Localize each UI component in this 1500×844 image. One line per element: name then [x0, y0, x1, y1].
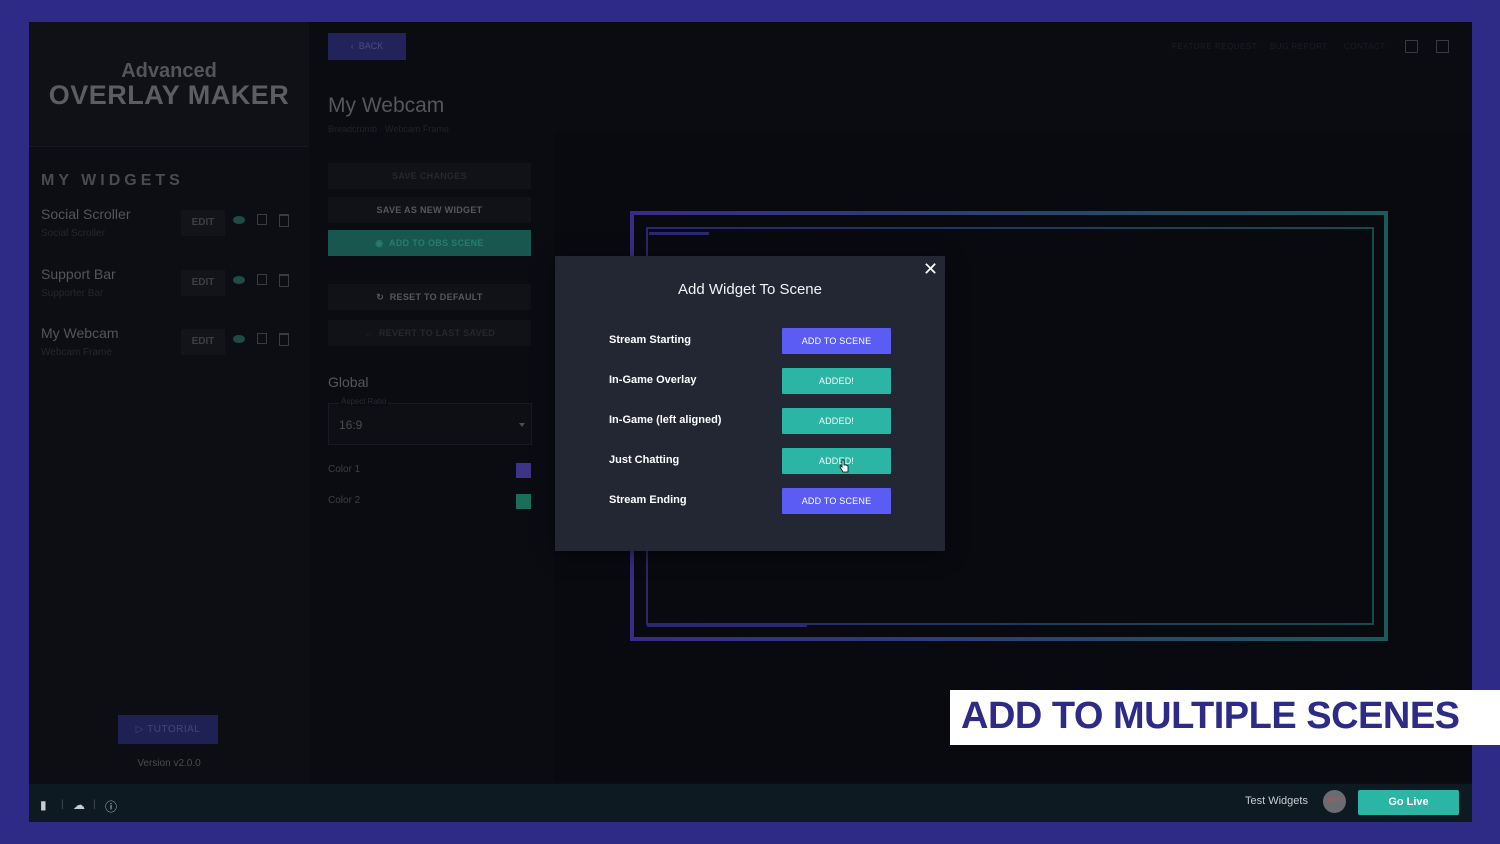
global-section-title: Global: [328, 374, 369, 390]
aspect-ratio-select[interactable]: Aspect Ratio 16:9: [328, 397, 532, 445]
tutorial-button[interactable]: ▷ TUTORIAL: [118, 715, 218, 744]
trash-icon[interactable]: [279, 214, 289, 227]
widgets-title: MY WIDGETS: [41, 172, 184, 189]
color2-label: Color 2: [328, 495, 361, 506]
logo-line2: OVERLAY MAKER: [48, 80, 290, 110]
trash-icon[interactable]: [279, 274, 289, 287]
logo: Advanced OVERLAY MAKER: [29, 22, 309, 147]
separator: |: [93, 799, 96, 810]
color1-label: Color 1: [328, 464, 361, 475]
widget-subtitle: Webcam Frame: [41, 347, 112, 358]
widget-subtitle: Supporter Bar: [41, 288, 104, 299]
aspect-ratio-value: 16:9: [339, 418, 363, 432]
home-icon[interactable]: [1405, 40, 1418, 53]
scene-row-in-game-left: In-Game (left aligned) ADDED!: [609, 408, 909, 434]
add-to-obs-label: ADD TO OBS SCENE: [389, 238, 484, 248]
separator: |: [61, 799, 64, 810]
reset-to-default-button[interactable]: ↻ RESET TO DEFAULT: [328, 284, 531, 310]
caption-banner: ADD TO MULTIPLE SCENES: [950, 690, 1500, 745]
nav-contact[interactable]: CONTACT: [1344, 42, 1386, 51]
widget-item-my-webcam[interactable]: My Webcam Webcam Frame EDIT: [41, 325, 299, 375]
scene-name: In-Game (left aligned): [609, 414, 722, 426]
eye-icon[interactable]: [233, 335, 245, 343]
chevron-left-icon: ‹: [350, 41, 359, 51]
revert-label: REVERT TO LAST SAVED: [378, 328, 496, 338]
hand-cursor-icon: [839, 459, 849, 473]
scene-row-stream-starting: Stream Starting ADD TO SCENE: [609, 328, 909, 354]
page-title: My Webcam: [328, 94, 445, 117]
edit-button[interactable]: EDIT: [181, 329, 225, 355]
eye-icon[interactable]: [233, 276, 245, 284]
scene-name: Stream Starting: [609, 334, 691, 346]
add-to-scene-button[interactable]: ADD TO SCENE: [782, 328, 891, 354]
added-button[interactable]: ADDED!: [782, 368, 891, 394]
color2-swatch[interactable]: [516, 494, 531, 509]
help-icon[interactable]: [1436, 40, 1449, 53]
obs-icon: ◉: [375, 238, 390, 248]
bottom-bar: ▮ | ☁ | ⓘ Test Widgets REC Go Live: [29, 784, 1472, 822]
copy-icon[interactable]: [257, 274, 267, 285]
tutorial-label: TUTORIAL: [147, 724, 201, 735]
scene-name: Stream Ending: [609, 494, 687, 506]
go-live-button[interactable]: Go Live: [1358, 790, 1459, 815]
widget-item-social-scroller[interactable]: Social Scroller Social Scroller EDIT: [41, 206, 299, 256]
widget-subtitle: Social Scroller: [41, 228, 105, 239]
widget-name: Social Scroller: [41, 206, 131, 222]
scene-name: Just Chatting: [609, 454, 680, 466]
breadcrumb: Breadcrumb · Webcam Frame: [328, 124, 449, 134]
scene-name: In-Game Overlay: [609, 374, 697, 386]
copy-icon[interactable]: [257, 333, 267, 344]
revert-to-last-saved-button[interactable]: ← REVERT TO LAST SAVED: [328, 320, 531, 346]
test-widgets-button[interactable]: Test Widgets: [1245, 795, 1308, 807]
nav-bug-report[interactable]: BUG REPORT: [1270, 42, 1328, 51]
stats-icon[interactable]: ▮: [40, 798, 47, 812]
nav-feature-request[interactable]: FEATURE REQUEST: [1172, 42, 1257, 51]
modal-title: Add Widget To Scene: [678, 281, 822, 298]
added-button[interactable]: ADDED!: [782, 408, 891, 434]
edit-button[interactable]: EDIT: [181, 210, 225, 236]
trash-icon[interactable]: [279, 333, 289, 346]
play-icon: ▷: [135, 724, 148, 735]
back-label: BACK: [358, 41, 384, 51]
frame-accent-line: [647, 624, 807, 627]
color1-swatch[interactable]: [516, 463, 531, 478]
arrow-left-icon: ←: [363, 328, 379, 338]
record-button[interactable]: REC: [1323, 790, 1346, 813]
widget-name: My Webcam: [41, 325, 119, 341]
scene-row-just-chatting: Just Chatting ADDED!: [609, 448, 909, 474]
scene-row-stream-ending: Stream Ending ADD TO SCENE: [609, 488, 909, 514]
copy-icon[interactable]: [257, 214, 267, 225]
caret-down-icon: [519, 423, 525, 427]
cloud-icon[interactable]: ☁: [73, 798, 85, 812]
save-as-new-widget-button[interactable]: SAVE AS NEW WIDGET: [328, 197, 531, 223]
eye-icon[interactable]: [233, 216, 245, 224]
refresh-icon: ↻: [376, 292, 390, 302]
widget-item-support-bar[interactable]: Support Bar Supporter Bar EDIT: [41, 266, 299, 316]
back-button[interactable]: ‹ BACK: [328, 33, 406, 60]
aspect-ratio-label: Aspect Ratio: [339, 397, 389, 406]
save-changes-button[interactable]: SAVE CHANGES: [328, 163, 531, 189]
frame-accent-line: [649, 232, 709, 235]
add-widget-modal: Add Widget To Scene ✕ Stream Starting AD…: [555, 256, 945, 551]
info-icon[interactable]: ⓘ: [105, 798, 117, 815]
widget-name: Support Bar: [41, 266, 116, 282]
close-icon[interactable]: ✕: [923, 260, 938, 278]
caption-text: ADD TO MULTIPLE SCENES: [961, 695, 1460, 737]
scene-row-in-game-overlay: In-Game Overlay ADDED!: [609, 368, 909, 394]
reset-label: RESET TO DEFAULT: [389, 292, 483, 302]
version-text: Version v2.0.0: [137, 758, 201, 769]
sidebar: Advanced OVERLAY MAKER MY WIDGETS Social…: [29, 22, 309, 784]
add-to-obs-scene-button[interactable]: ◉ ADD TO OBS SCENE: [328, 230, 531, 256]
add-to-scene-button[interactable]: ADD TO SCENE: [782, 488, 891, 514]
added-button[interactable]: ADDED!: [782, 448, 891, 474]
edit-button[interactable]: EDIT: [181, 270, 225, 296]
